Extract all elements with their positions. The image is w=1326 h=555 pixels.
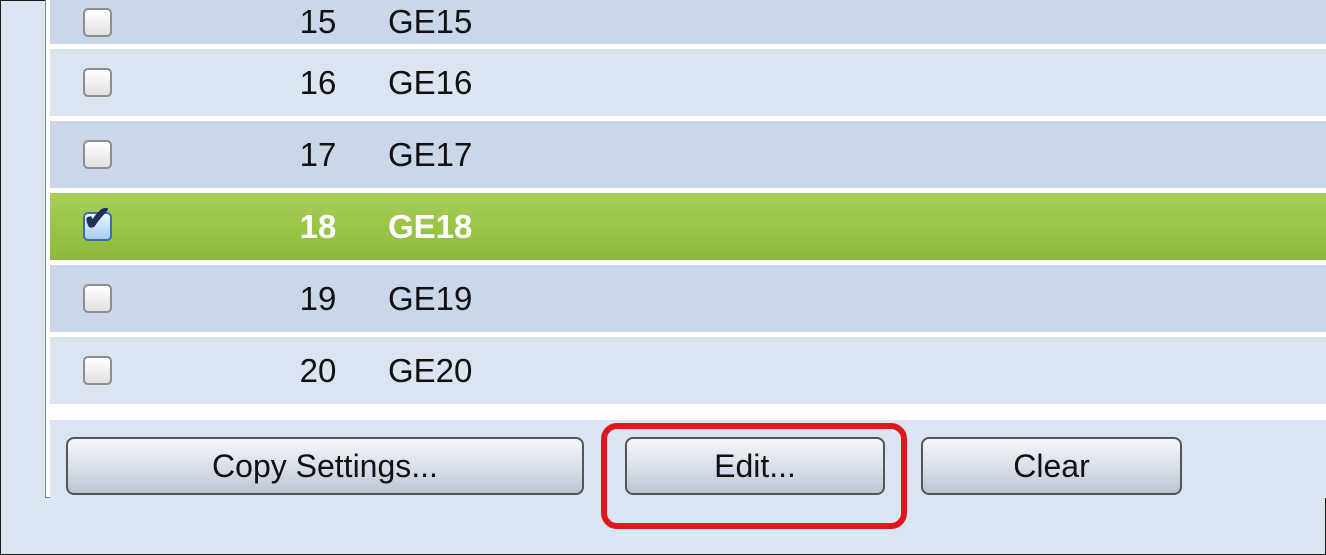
row-checkbox[interactable] bbox=[83, 7, 112, 37]
port-number: 17 bbox=[299, 135, 337, 173]
copy-settings-button[interactable]: Copy Settings... bbox=[66, 437, 584, 495]
port-number: 15 bbox=[299, 3, 337, 40]
row-checkbox-checked[interactable]: ✔ bbox=[83, 202, 112, 241]
checkmark-icon: ✔ bbox=[83, 200, 112, 238]
row-checkbox[interactable] bbox=[83, 68, 112, 97]
port-name: GE15 bbox=[388, 3, 473, 40]
row-checkbox[interactable] bbox=[83, 356, 112, 385]
port-name: GE17 bbox=[388, 135, 473, 173]
table-row[interactable]: 20 GE20 bbox=[50, 337, 1326, 409]
table-row[interactable]: 19 GE19 bbox=[50, 265, 1326, 337]
clear-button[interactable]: Clear bbox=[921, 437, 1182, 495]
port-number: 20 bbox=[299, 351, 337, 389]
port-name: GE19 bbox=[388, 279, 473, 317]
edit-button-highlight bbox=[601, 423, 907, 529]
port-name: GE16 bbox=[388, 63, 473, 101]
port-number: 19 bbox=[299, 279, 337, 317]
port-table: 15 GE15 16 GE16 17 GE17 ✔ 18 GE18 19 GE1… bbox=[50, 0, 1326, 409]
port-name: GE20 bbox=[388, 351, 473, 389]
row-checkbox[interactable] bbox=[83, 284, 112, 313]
table-row-selected[interactable]: ✔ 18 GE18 bbox=[50, 193, 1326, 265]
table-row[interactable]: 15 GE15 bbox=[50, 0, 1326, 49]
port-number: 18 bbox=[299, 207, 337, 245]
table-row[interactable]: 17 GE17 bbox=[50, 121, 1326, 193]
table-row[interactable]: 16 GE16 bbox=[50, 49, 1326, 121]
port-name: GE18 bbox=[388, 207, 473, 245]
port-number: 16 bbox=[299, 63, 337, 101]
row-checkbox[interactable] bbox=[83, 140, 112, 169]
